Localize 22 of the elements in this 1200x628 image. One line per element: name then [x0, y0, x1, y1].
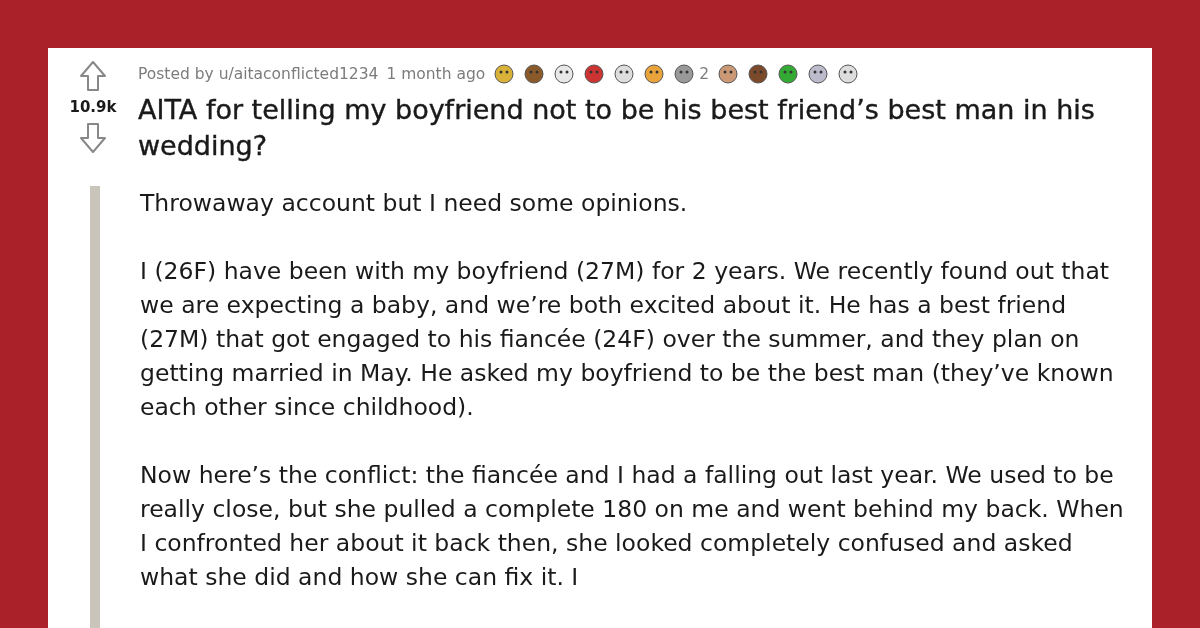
award-icon	[493, 63, 516, 85]
award-icon	[807, 63, 830, 85]
post-time: 1 month ago	[386, 65, 486, 83]
upvote-button[interactable]	[79, 60, 107, 92]
vote-count: 10.9k	[69, 98, 117, 116]
award-count: 2	[699, 65, 710, 83]
award-icon	[553, 63, 576, 85]
award-icon	[717, 63, 740, 85]
body-paragraph: I (26F) have been with my boyfriend (27M) for 2 years. We recently found out that we are expecting a baby, and we’re both excited about it. He has a best friend (27M) that got engaged to his fiancée (24F) over the summer, and they plan on getting married in May. He asked my boyfriend to be the best man (they’ve known each other since childhood).	[140, 256, 1115, 423]
award-icon	[673, 63, 696, 85]
award-icon	[613, 63, 636, 85]
posted-by: Posted by u/aitaconflicted1234	[138, 65, 379, 83]
award-icon	[777, 63, 800, 85]
body-paragraph: Now here’s the conflict: the fiancée and I had a falling out last year. We used to be really close, but she pulled a complete 180 on me and went behind my back. When I confronted her about it back then, she looked completely confused and asked what she did and how she can fix it. I	[140, 460, 1125, 593]
award-icon	[747, 63, 770, 85]
downvote-button[interactable]	[79, 122, 107, 154]
award-icon	[583, 63, 606, 85]
body-paragraph: Throwaway account but I need some opinions.	[140, 188, 689, 219]
award-icon	[643, 63, 666, 85]
post-title: AITA for telling my boyfriend not to be his best friend’s best man in his wedding?	[138, 93, 1096, 163]
award-icon	[523, 63, 546, 85]
award-icon	[837, 63, 860, 85]
